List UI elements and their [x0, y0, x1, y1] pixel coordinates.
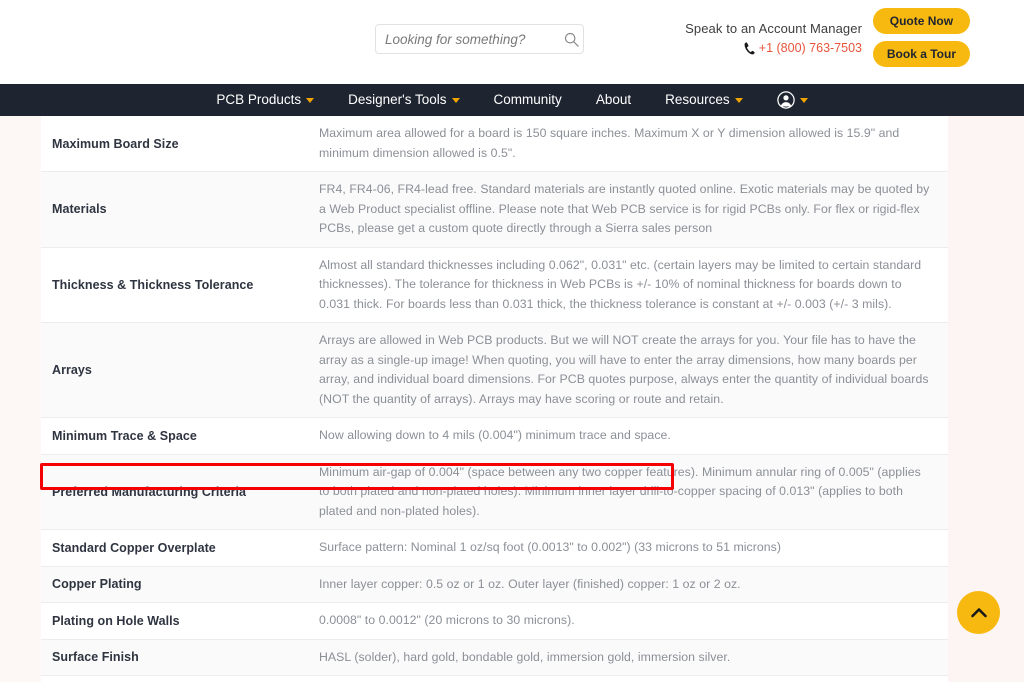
- row-value: Surface pattern: Nominal 1 oz/sq foot (0…: [313, 529, 948, 567]
- scroll-to-top-button[interactable]: [957, 591, 1000, 634]
- nav-item-community[interactable]: Community: [477, 84, 579, 116]
- row-label: Standard Copper Overplate: [41, 529, 313, 567]
- table-row: Maximum Board Size Maximum area allowed …: [41, 116, 948, 172]
- row-value: FR4, FR4-06, FR4-lead free. Standard mat…: [313, 171, 948, 248]
- table-body: Maximum Board Size Maximum area allowed …: [41, 116, 948, 682]
- row-value: Maximum area allowed for a board is 150 …: [313, 116, 948, 172]
- row-label: Preferred Manufacturing Criteria: [41, 454, 313, 530]
- chevron-up-icon: [970, 607, 987, 617]
- search-input[interactable]: [385, 31, 564, 47]
- phone-icon: [744, 41, 755, 54]
- top-utility-bar: Speak to an Account Manager +1 (800) 763…: [0, 0, 1024, 84]
- row-value: HASL (solder), hard gold, bondable gold,…: [313, 639, 948, 676]
- table-row: Standard Copper Overplate Surface patter…: [41, 529, 948, 567]
- table-row: Materials FR4, FR4-06, FR4-lead free. St…: [41, 171, 948, 248]
- nav-label: Community: [493, 92, 562, 107]
- nav-item-designers-tools[interactable]: Designer's Tools: [331, 84, 476, 116]
- cta-button-stack: Quote Now Book a Tour: [872, 8, 970, 67]
- row-label: Arrays: [41, 322, 313, 418]
- table-row: Plating on Hole Walls 0.0008" to 0.0012"…: [41, 602, 948, 640]
- chevron-down-icon: [799, 97, 808, 103]
- quote-now-button[interactable]: Quote Now: [872, 8, 970, 34]
- nav-label: About: [595, 92, 632, 107]
- row-value: Minimum air-gap of 0.004" (space between…: [313, 454, 948, 530]
- table-row: Preferred Manufacturing Criteria Minimum…: [41, 454, 948, 530]
- row-value: Almost all standard thicknesses includin…: [313, 247, 948, 323]
- row-label: Thickness & Thickness Tolerance: [41, 247, 313, 323]
- row-value: Gold fingers (aka edge fingers) allowed …: [313, 675, 948, 682]
- phone-number-link[interactable]: +1 (800) 763-7503: [759, 41, 862, 55]
- row-value: 0.0008" to 0.0012" (20 microns to 30 mic…: [313, 602, 948, 640]
- row-label: Materials: [41, 171, 313, 248]
- phone-line: +1 (800) 763-7503: [612, 41, 862, 55]
- table-row: Thickness & Thickness Tolerance Almost a…: [41, 247, 948, 323]
- table-row: Surface Finish HASL (solder), hard gold,…: [41, 639, 948, 676]
- nav-item-account[interactable]: [760, 91, 825, 109]
- search-icon[interactable]: [564, 32, 579, 47]
- row-label: Plating on Hole Walls: [41, 602, 313, 640]
- table-row-minimum-trace-space: Minimum Trace & Space Now allowing down …: [41, 417, 948, 455]
- page-background-left: [0, 116, 41, 682]
- chevron-down-icon: [451, 97, 460, 103]
- book-a-tour-button[interactable]: Book a Tour: [872, 41, 970, 67]
- nav-item-pcb-products[interactable]: PCB Products: [199, 84, 331, 116]
- row-label: Minimum Trace & Space: [41, 417, 313, 455]
- row-label: Gold Fingers: [41, 675, 313, 682]
- row-label: Maximum Board Size: [41, 116, 313, 172]
- main-navigation: PCB Products Designer's Tools Community …: [0, 84, 1024, 116]
- search-box[interactable]: [375, 24, 584, 54]
- row-value: Now allowing down to 4 mils (0.004") min…: [313, 417, 948, 455]
- content-area: Maximum Board Size Maximum area allowed …: [0, 116, 1024, 682]
- row-value: Inner layer copper: 0.5 oz or 1 oz. Oute…: [313, 566, 948, 603]
- nav-label: PCB Products: [216, 92, 302, 107]
- nav-item-about[interactable]: About: [579, 84, 648, 116]
- nav-label: Designer's Tools: [348, 92, 447, 107]
- table-row: Gold Fingers Gold fingers (aka edge fing…: [41, 675, 948, 682]
- account-manager-text: Speak to an Account Manager: [685, 21, 862, 36]
- nav-item-resources[interactable]: Resources: [648, 84, 760, 116]
- row-label: Surface Finish: [41, 639, 313, 676]
- table-row: Copper Plating Inner layer copper: 0.5 o…: [41, 566, 948, 603]
- account-manager-block: Speak to an Account Manager +1 (800) 763…: [612, 20, 862, 55]
- user-account-icon[interactable]: [776, 91, 795, 109]
- nav-label: Resources: [665, 92, 730, 107]
- row-label: Copper Plating: [41, 566, 313, 603]
- page-root: Speak to an Account Manager +1 (800) 763…: [0, 0, 1024, 682]
- table-row: Arrays Arrays are allowed in Web PCB pro…: [41, 322, 948, 418]
- specifications-table: Maximum Board Size Maximum area allowed …: [41, 116, 948, 682]
- chevron-down-icon: [734, 97, 743, 103]
- row-value: Arrays are allowed in Web PCB products. …: [313, 322, 948, 418]
- chevron-down-icon: [306, 97, 315, 103]
